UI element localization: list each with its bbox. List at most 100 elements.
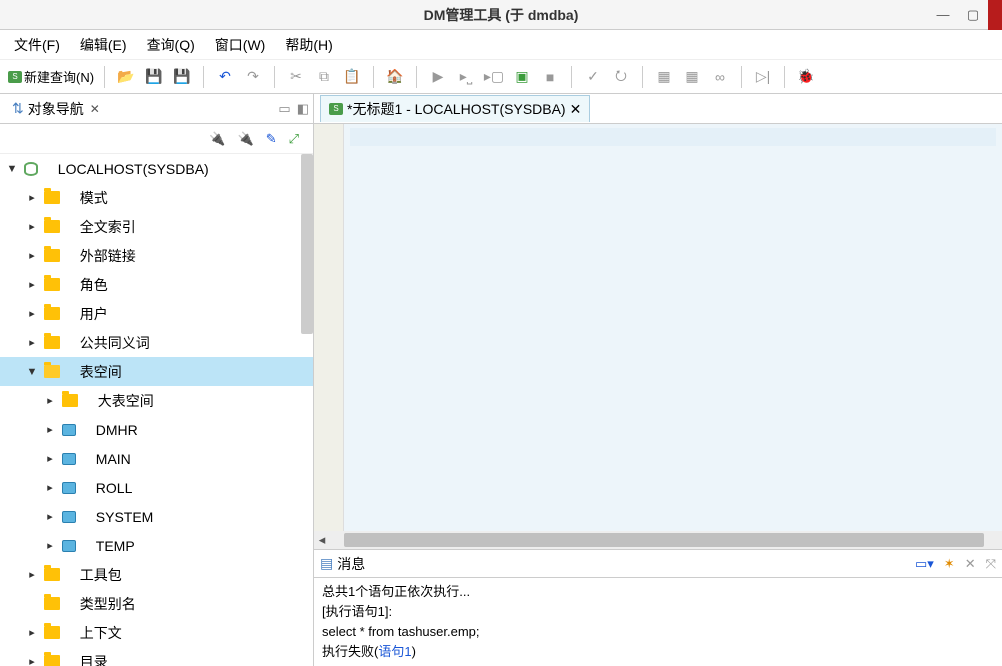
separator [373,66,374,88]
tree-node[interactable]: ▸ 上下文 [0,618,313,647]
maximize-button[interactable]: ▢ [958,0,988,30]
sql-editor[interactable] [314,124,1002,531]
edit-icon[interactable]: ✎ [266,131,277,147]
run-step-icon[interactable]: ▸⎵ [455,66,477,88]
msg-clear-icon[interactable]: ✶ [944,556,955,572]
tree-node[interactable]: ▸ 外部链接 [0,241,313,270]
navigator-tab[interactable]: ⇅ 对象导航 ✕ [6,99,106,119]
tree-label: 大表空间 [98,391,154,411]
messages-body[interactable]: 总共1个语句正依次执行... [执行语句1]: select * from ta… [314,578,1002,666]
save-icon[interactable]: 💾 [143,66,165,88]
tree-node[interactable]: ▸ 大表空间 [0,386,313,415]
folder-icon [44,278,60,291]
msg-pin-icon[interactable]: ⤧ [986,556,996,572]
grid2-icon[interactable]: ▦ [681,66,703,88]
tree-node[interactable]: ▸ SYSTEM [0,502,313,531]
separator [741,66,742,88]
copy-icon[interactable]: ⧉ [313,66,335,88]
sql-icon: S [329,103,343,115]
menu-edit[interactable]: 编辑(E) [80,35,127,55]
connect-icon[interactable]: 🔌 [209,131,225,147]
pin-icon[interactable]: ⭮ [610,66,632,88]
msg-close-icon[interactable]: ✕ [965,556,976,572]
tree-label: 模式 [80,188,108,208]
folder-icon [44,365,60,378]
tree-node[interactable]: 类型别名 [0,589,313,618]
messages-panel: ▤ 消息 ▭▾ ✶ ✕ ⤧ 总共1个语句正依次执行... [执行语句1]: se… [314,549,1002,666]
disconnect-icon[interactable]: 🔌 [238,131,254,147]
folder-icon [44,249,60,262]
run-icon[interactable]: ▶ [427,66,449,88]
msg-dropdown-icon[interactable]: ▭▾ [915,556,934,572]
tree-label: 工具包 [80,565,122,585]
tree-node[interactable]: ▸ TEMP [0,531,313,560]
tree-node[interactable]: ▸ ROLL [0,473,313,502]
tree-label: 外部链接 [80,246,136,266]
grid-icon[interactable]: ▦ [653,66,675,88]
save-all-icon[interactable]: 💾 [171,66,193,88]
commit-icon[interactable]: ▣ [511,66,533,88]
tablespace-icon [62,540,76,552]
menu-help[interactable]: 帮助(H) [285,35,332,55]
separator [784,66,785,88]
paste-icon[interactable]: 📋 [341,66,363,88]
editor-tab[interactable]: S *无标题1 - LOCALHOST(SYSDBA) ✕ [320,95,590,122]
menu-window[interactable]: 窗口(W) [215,35,266,55]
check-icon[interactable]: ✓ [582,66,604,88]
tree-scrollbar[interactable] [301,154,313,334]
tree-node[interactable]: ▸ 公共同义词 [0,328,313,357]
object-tree[interactable]: ▼ LOCALHOST(SYSDBA)▸ 模式▸ 全文索引▸ 外部链接▸ 角色▸… [0,154,313,666]
menubar: 文件(F) 编辑(E) 查询(Q) 窗口(W) 帮助(H) [0,30,1002,60]
tree-node[interactable]: ▼ 表空间 [0,357,313,386]
msg-link[interactable]: 语句1 [378,644,411,659]
msg-line: [执行语句1]: [322,602,994,622]
tree-label: 公共同义词 [80,333,150,353]
link-icon[interactable]: ∞ [709,66,731,88]
separator [104,66,105,88]
tree-node[interactable]: ▸ MAIN [0,444,313,473]
undo-icon[interactable]: ↶ [214,66,236,88]
editor-text[interactable] [344,124,1002,531]
tree-node[interactable]: ▸ DMHR [0,415,313,444]
tree-node[interactable]: ▸ 角色 [0,270,313,299]
menu-file[interactable]: 文件(F) [14,35,60,55]
tree-node[interactable]: ▸ 用户 [0,299,313,328]
stop-icon[interactable]: ■ [539,66,561,88]
tree-label: 用户 [80,304,108,324]
folder-icon [44,626,60,639]
tree-node[interactable]: ▸ 全文索引 [0,212,313,241]
tablespace-icon [62,482,76,494]
messages-tab[interactable]: ▤ 消息 [320,554,365,574]
close-tab-icon[interactable]: ✕ [90,102,100,116]
tree-node-root[interactable]: ▼ LOCALHOST(SYSDBA) [0,154,313,183]
tree-node[interactable]: ▸ 目录 [0,647,313,666]
msg-line: 执行失败(语句1) [322,642,994,662]
message-icon: ▤ [320,555,333,572]
nav-tree-icon: ⇅ [12,100,24,117]
navigator-panel: ⇅ 对象导航 ✕ ▭ ◧ 🔌 🔌 ✎ ⤢ ▼ LOCALHOST(SYSDBA)… [0,94,314,666]
editor-hscrollbar[interactable]: ◂ [314,531,1002,549]
home-icon[interactable]: 🏠 [384,66,406,88]
redo-icon[interactable]: ↷ [242,66,264,88]
close-button[interactable] [988,0,1002,30]
panel-menu-icon[interactable]: ◧ [297,101,309,117]
minimize-button[interactable]: — [928,0,958,30]
close-editor-tab-icon[interactable]: ✕ [570,101,582,118]
editor-gutter [314,124,344,531]
tree-node[interactable]: ▸ 工具包 [0,560,313,589]
menu-query[interactable]: 查询(Q) [147,35,195,55]
run-selection-icon[interactable]: ▸▢ [483,66,505,88]
open-folder-icon[interactable]: 📂 [115,66,137,88]
cut-icon[interactable]: ✂ [285,66,307,88]
minimize-panel-icon[interactable]: ▭ [278,101,290,117]
tree-node[interactable]: ▸ 模式 [0,183,313,212]
new-query-button[interactable]: S 新建查询(N) [8,67,94,86]
forward-icon[interactable]: ▷| [752,66,774,88]
expand-icon[interactable]: ⤢ [289,131,299,147]
tree-label: SYSTEM [96,509,154,525]
tree-label: ROLL [96,480,133,496]
folder-icon [44,597,60,610]
folder-icon [44,191,60,204]
navigator-tab-label: 对象导航 [28,99,84,119]
bug-icon[interactable]: 🐞 [795,66,817,88]
